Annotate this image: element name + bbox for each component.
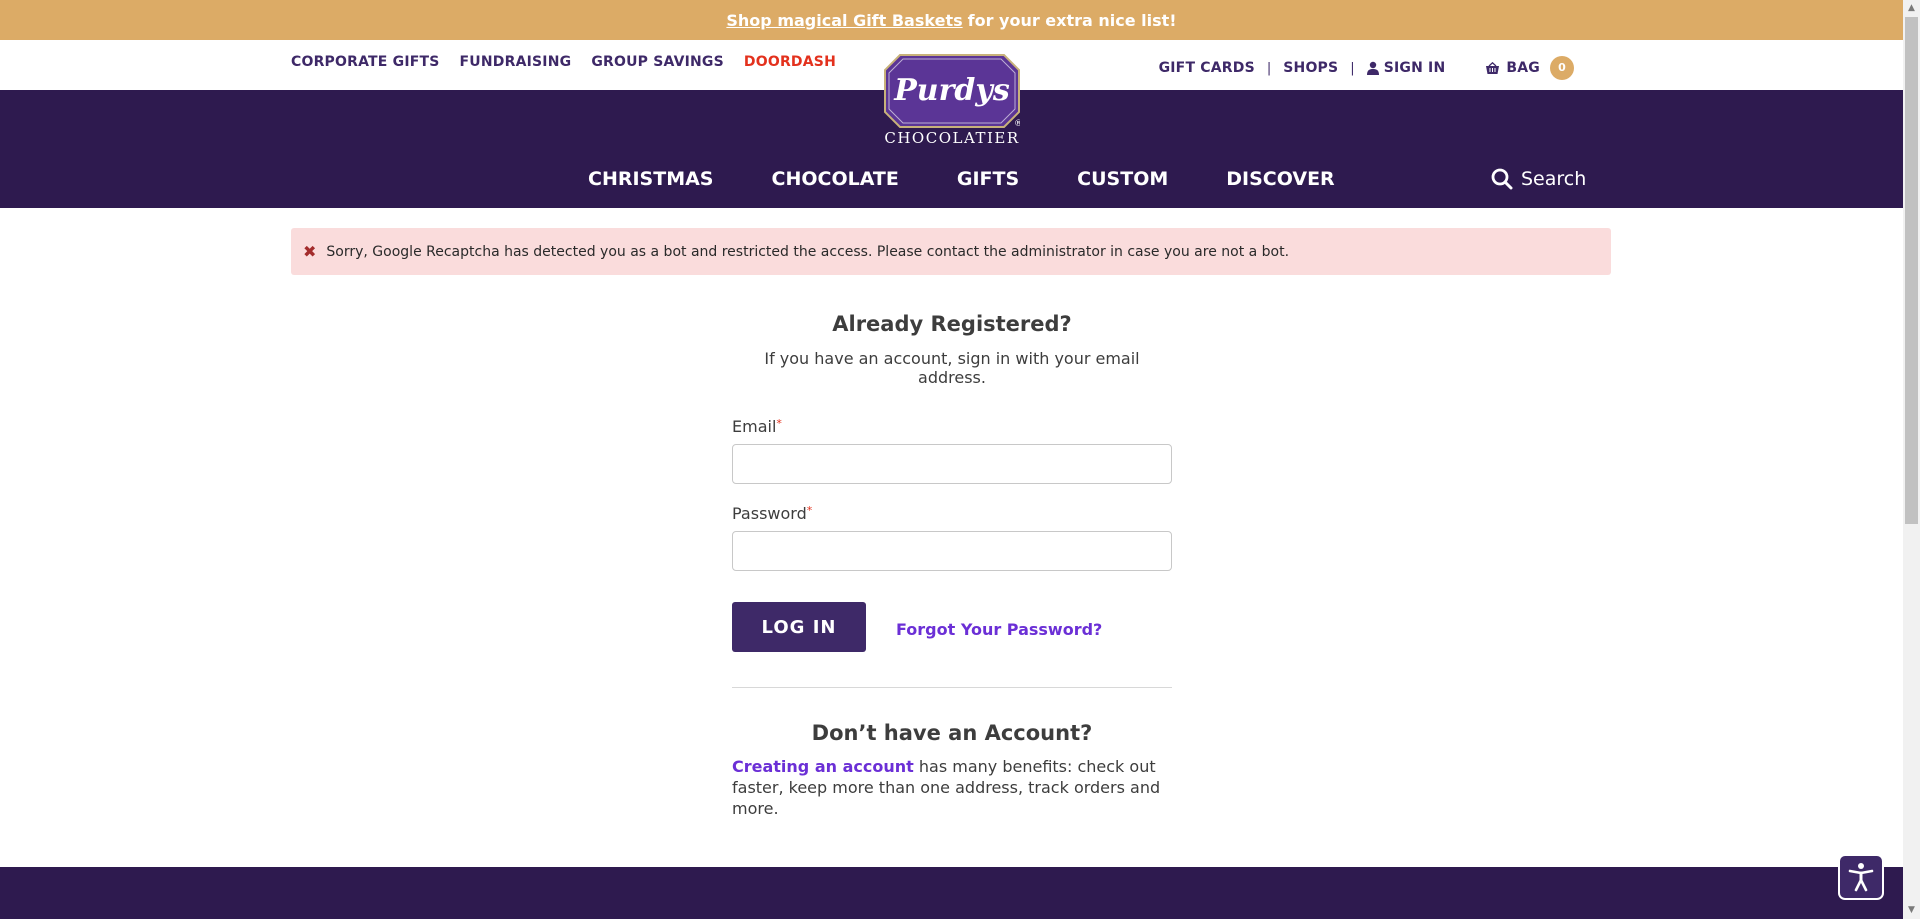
logo-badge: Purdys ® — [884, 54, 1020, 128]
password-field[interactable] — [732, 531, 1172, 571]
logo-brand-text: Purdys — [893, 73, 1010, 108]
login-form: Already Registered? If you have an accou… — [732, 312, 1172, 819]
nav-menu: CHRISTMAS CHOCOLATE GIFTS CUSTOM DISCOVE… — [588, 168, 1393, 190]
create-account-link[interactable]: Creating an account — [732, 757, 914, 776]
search-label: Search — [1521, 168, 1587, 190]
corporate-gifts-link[interactable]: CORPORATE GIFTS — [291, 54, 440, 70]
nav-discover[interactable]: DISCOVER — [1226, 168, 1334, 190]
search-button[interactable]: Search — [1491, 168, 1586, 190]
log-in-button[interactable]: LOG IN — [732, 602, 866, 652]
search-icon — [1491, 168, 1513, 190]
sign-in-link[interactable]: SIGN IN — [1366, 60, 1446, 76]
password-label: Password* — [732, 504, 1172, 523]
separator: | — [1266, 60, 1272, 76]
login-actions: LOG IN Forgot Your Password? — [732, 602, 1172, 652]
divider — [732, 687, 1172, 688]
promo-text: for your extra nice list! — [967, 10, 1177, 30]
sign-in-label: SIGN IN — [1383, 60, 1446, 76]
footer — [0, 867, 1903, 919]
email-label-text: Email — [732, 417, 777, 436]
password-label-text: Password — [732, 504, 807, 523]
bag-label: BAG — [1506, 60, 1540, 76]
alert-message: Sorry, Google Recaptcha has detected you… — [326, 243, 1290, 260]
email-label: Email* — [732, 417, 1172, 436]
svg-text:®: ® — [1014, 119, 1020, 128]
accessibility-icon — [1848, 863, 1874, 892]
separator: | — [1350, 60, 1355, 76]
group-savings-link[interactable]: GROUP SAVINGS — [591, 54, 724, 70]
bag-count-badge: 0 — [1550, 56, 1574, 80]
logo-wordmark: CHOCOLATIER — [884, 129, 1020, 147]
scroll-down-arrow[interactable]: ▼ — [1903, 902, 1920, 919]
email-field[interactable] — [732, 444, 1172, 484]
scroll-up-arrow[interactable]: ▲ — [1903, 0, 1920, 17]
promo-link[interactable]: Shop magical Gift Baskets — [726, 11, 962, 30]
doordash-link[interactable]: DOORDASH — [744, 54, 836, 70]
nav-gifts[interactable]: GIFTS — [957, 168, 1019, 190]
accessibility-button[interactable] — [1838, 854, 1884, 900]
utility-left-links: CORPORATE GIFTS FUNDRAISING GROUP SAVING… — [291, 54, 836, 70]
purdys-logo[interactable]: Purdys ® CHOCOLATIER — [884, 54, 1020, 148]
close-icon: ✖ — [303, 242, 317, 261]
error-alert: ✖ Sorry, Google Recaptcha has detected y… — [291, 228, 1611, 275]
nav-custom[interactable]: CUSTOM — [1077, 168, 1168, 190]
register-title: Don’t have an Account? — [811, 721, 1093, 745]
login-subtitle: If you have an account, sign in with you… — [764, 349, 1140, 387]
register-benefits: Creating an account has many benefits: c… — [732, 756, 1172, 819]
required-mark: * — [776, 417, 782, 430]
promo-banner: Shop magical Gift Baskets for your extra… — [0, 0, 1903, 40]
page-scrollbar[interactable]: ▲ ▼ — [1903, 0, 1920, 919]
shops-link[interactable]: SHOPS — [1283, 60, 1338, 76]
basket-icon — [1486, 61, 1500, 74]
utility-right-links: GIFT CARDS | SHOPS | SIGN IN BAG 0 — [1159, 56, 1574, 80]
required-mark: * — [806, 504, 813, 517]
bag-link[interactable]: BAG 0 — [1485, 56, 1574, 80]
user-icon — [1366, 61, 1379, 75]
forgot-password-link[interactable]: Forgot Your Password? — [896, 620, 1102, 639]
scroll-thumb[interactable] — [1905, 17, 1918, 524]
nav-chocolate[interactable]: CHOCOLATE — [772, 168, 899, 190]
fundraising-link[interactable]: FUNDRAISING — [460, 54, 572, 70]
gift-cards-link[interactable]: GIFT CARDS — [1159, 60, 1255, 76]
nav-christmas[interactable]: CHRISTMAS — [588, 168, 714, 190]
login-title: Already Registered? — [832, 312, 1072, 336]
